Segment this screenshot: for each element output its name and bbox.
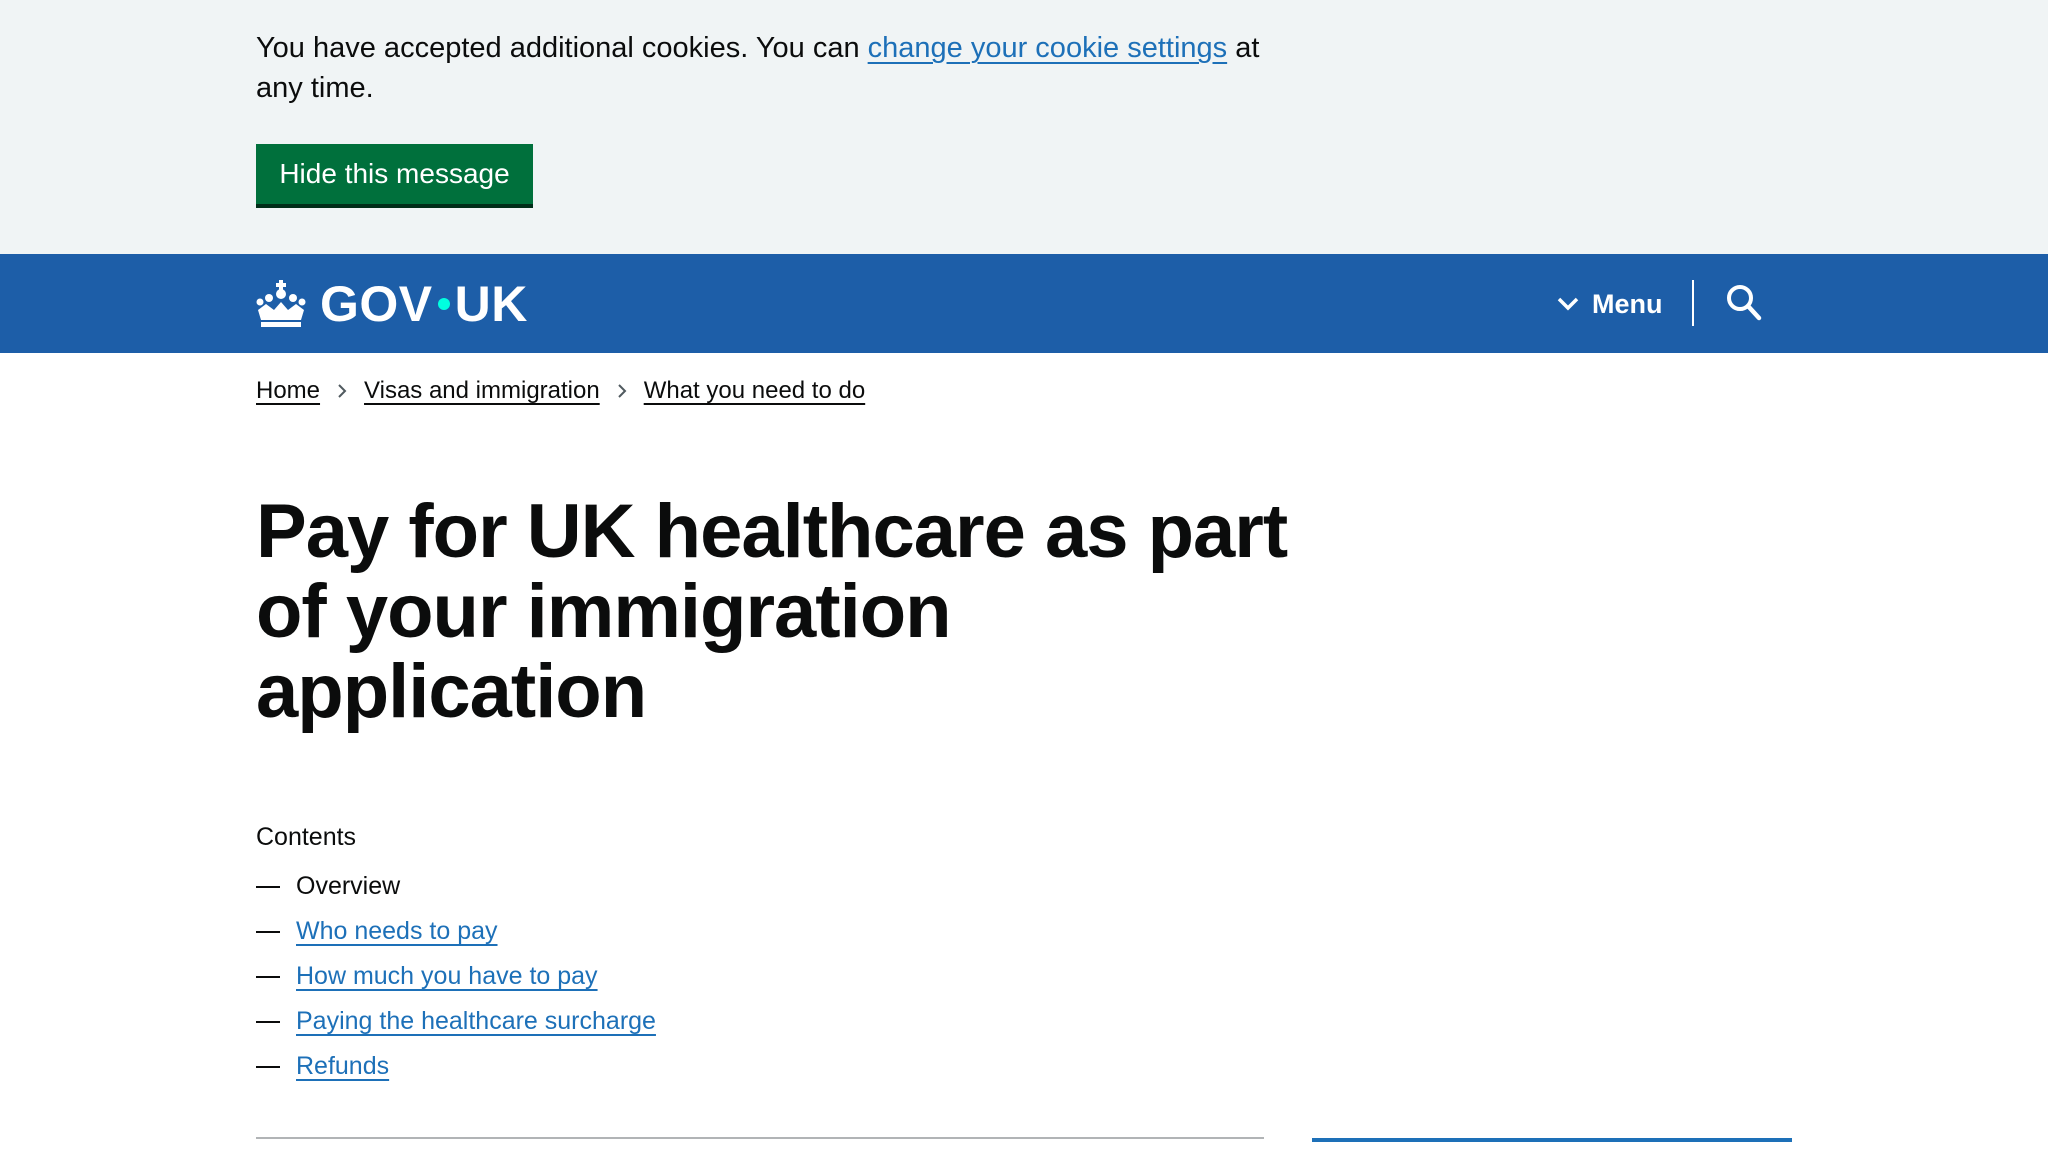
logo-text-gov: GOV (320, 276, 433, 332)
logo-text-uk: UK (454, 276, 528, 332)
contents-heading: Contents (256, 823, 357, 851)
breadcrumb: Home Visas and immigration What you need… (256, 374, 865, 408)
hide-message-button[interactable]: Hide this message (256, 144, 533, 204)
breadcrumb-what-you-need-to-do[interactable]: What you need to do (644, 374, 865, 408)
dash-icon (256, 885, 280, 888)
chevron-down-icon (1557, 297, 1579, 311)
contents-link-paying-the-surcharge[interactable]: Paying the healthcare surcharge (296, 1007, 656, 1036)
contents-item-overview: Overview (256, 864, 656, 909)
menu-button[interactable]: Menu (1556, 282, 1663, 326)
contents-current-overview: Overview (296, 872, 401, 900)
dash-icon (256, 1065, 280, 1068)
crown-icon (256, 280, 306, 327)
cookie-banner: You have accepted additional cookies. Yo… (0, 0, 2048, 254)
site-header: GOV UK Menu (0, 254, 2048, 353)
contents-item-refunds: Refunds (256, 1044, 656, 1089)
dash-icon (256, 975, 280, 978)
breadcrumb-home[interactable]: Home (256, 374, 320, 408)
breadcrumb-visas-and-immigration[interactable]: Visas and immigration (364, 374, 600, 408)
cookie-settings-link[interactable]: change your cookie settings (868, 32, 1228, 64)
contents-item-who-needs-to-pay: Who needs to pay (256, 909, 656, 954)
logo-wordmark: GOV UK (320, 276, 528, 332)
page-title: Pay for UK healthcare as part of your im… (256, 489, 1288, 734)
chevron-right-icon (338, 384, 347, 398)
sidebar-top-border (1312, 1138, 1792, 1142)
contents-link-refunds[interactable]: Refunds (296, 1052, 389, 1081)
search-button[interactable] (1724, 282, 1764, 324)
govuk-logo[interactable]: GOV UK (256, 276, 528, 332)
contents-item-paying: Paying the healthcare surcharge (256, 999, 656, 1044)
dash-icon (256, 930, 280, 933)
contents-link-who-needs-to-pay[interactable]: Who needs to pay (296, 917, 498, 946)
contents-item-how-much: How much you have to pay (256, 954, 656, 999)
chevron-right-icon (617, 384, 627, 398)
section-divider (256, 1137, 1264, 1139)
logo-dot (437, 298, 450, 310)
dash-icon (256, 1020, 280, 1023)
menu-label: Menu (1592, 288, 1663, 319)
contents-list: Overview Who needs to pay How much you h… (256, 864, 656, 1089)
contents-link-how-much-you-have-to-pay[interactable]: How much you have to pay (296, 962, 598, 991)
search-icon (1727, 285, 1762, 321)
cookie-message-start: You have accepted additional cookies. Yo… (256, 32, 868, 64)
cookie-message: You have accepted additional cookies. Yo… (256, 28, 1296, 108)
header-divider (1692, 280, 1694, 326)
